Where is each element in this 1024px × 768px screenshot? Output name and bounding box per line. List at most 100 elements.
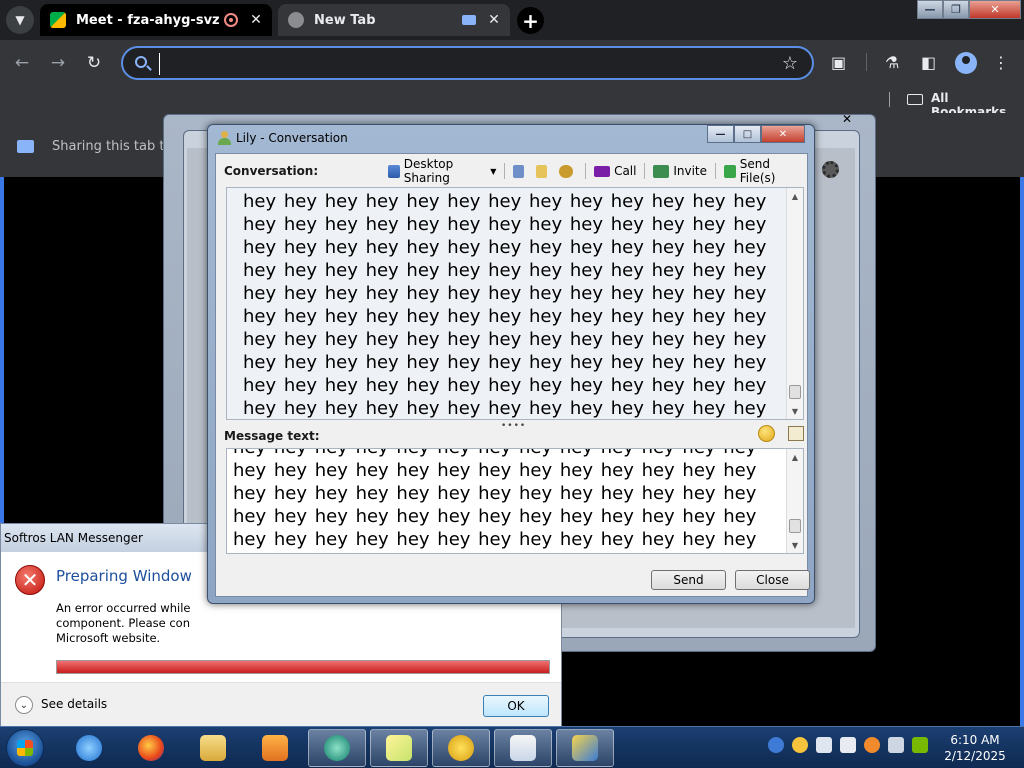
message-input-text: hey hey hey hey hey hey hey hey hey hey … [233, 449, 757, 553]
ie-icon [76, 735, 102, 761]
extensions-icon[interactable]: ▣ [831, 53, 846, 72]
scrollbar-thumb[interactable] [789, 519, 801, 533]
tab-meet[interactable]: Meet - fza-ahyg-svz ✕ [40, 4, 272, 36]
taskbar-softros[interactable] [556, 729, 614, 767]
desktop-sharing-button[interactable]: Desktop Sharing ▼ [388, 157, 496, 185]
address-input[interactable] [159, 53, 759, 75]
chat-tray-icon[interactable] [792, 737, 808, 753]
scroll-up-arrow-icon[interactable]: ▲ [787, 449, 803, 465]
start-button[interactable] [6, 729, 44, 767]
toolbar-divider [644, 163, 646, 179]
close-window-button[interactable]: ✕ [969, 0, 1021, 19]
message-scrollbar[interactable]: ▲ ▼ [786, 449, 803, 553]
chevron-down-icon[interactable]: ⌄ [15, 696, 33, 714]
send-button[interactable]: Send [651, 570, 726, 590]
flag-icon[interactable] [840, 737, 856, 753]
address-bar[interactable]: ☆ [121, 46, 814, 80]
toolbar-divider [504, 163, 506, 179]
conversation-label: Conversation: [224, 164, 319, 178]
info-icon[interactable] [768, 737, 784, 753]
maximize-button[interactable]: ❐ [943, 0, 969, 19]
history-scrollbar[interactable]: ▲ ▼ [786, 188, 803, 419]
taskbar-meet[interactable] [308, 729, 366, 767]
close-window-button[interactable]: ✕ [761, 125, 805, 143]
labs-flask-icon[interactable]: ⚗ [885, 53, 899, 72]
settings-gear-icon[interactable] [822, 161, 839, 178]
invite-label: Invite [673, 164, 708, 178]
toolbar-divider [866, 53, 867, 71]
volume-icon[interactable] [888, 737, 904, 753]
search-tray-icon[interactable] [864, 737, 880, 753]
clock-date: 2/12/2025 [944, 749, 1006, 763]
taskbar-clock[interactable]: 6:10 AM 2/12/2025 [940, 732, 1010, 764]
desktop-sharing-icon [388, 164, 400, 178]
chrome-toolbar: ← → ↻ ☆ ▣ ⚗ ◧ ⋮ [0, 40, 1024, 85]
meet-icon [50, 12, 66, 28]
dialog-message-line: Microsoft website. [56, 631, 161, 645]
tab-title: New Tab [314, 12, 376, 28]
cast-icon [462, 15, 476, 25]
maximize-button[interactable]: □ [734, 125, 761, 143]
new-tab-button[interactable]: + [517, 7, 544, 34]
media-player-icon [262, 735, 288, 761]
taskbar-ie[interactable] [60, 729, 118, 767]
back-arrow-icon[interactable]: ← [11, 52, 33, 74]
scrollbar-thumb[interactable] [789, 385, 801, 399]
nvidia-icon[interactable] [912, 737, 928, 753]
taskbar-sticky-notes[interactable] [370, 729, 428, 767]
settings-button[interactable] [559, 164, 577, 178]
bookmarks-bar: All Bookmarks [0, 85, 1024, 119]
taskbar-media-player[interactable] [246, 729, 304, 767]
close-tab-button[interactable]: ✕ [486, 12, 502, 28]
reload-icon[interactable]: ↻ [83, 52, 105, 74]
network-icon[interactable] [816, 737, 832, 753]
ok-button[interactable]: OK [483, 695, 549, 717]
call-button[interactable]: Call [594, 164, 636, 178]
notes-button[interactable] [536, 164, 551, 178]
text-format-icon[interactable] [788, 426, 804, 441]
progress-fill [57, 661, 549, 673]
notes-icon [536, 164, 548, 178]
side-panel-icon[interactable]: ◧ [921, 53, 936, 72]
tab-title: Meet - fza-ahyg-svz [76, 12, 220, 28]
scroll-down-arrow-icon[interactable]: ▼ [787, 403, 803, 419]
explorer-icon [200, 735, 226, 761]
bookmark-star-icon[interactable]: ☆ [782, 53, 798, 74]
see-details-link[interactable]: See details [41, 697, 107, 711]
send-files-button[interactable]: Send File(s) [723, 157, 799, 185]
invite-people-icon [653, 164, 670, 178]
pane-splitter-handle[interactable]: •••• [501, 421, 526, 431]
taskbar-java[interactable] [494, 729, 552, 767]
minimize-button[interactable]: — [707, 125, 734, 143]
send-files-label: Send File(s) [739, 157, 776, 185]
invite-button[interactable]: Invite [653, 164, 707, 178]
send-file-icon [723, 164, 736, 178]
video-camera-icon [594, 165, 611, 177]
close-tab-button[interactable]: ✕ [248, 12, 264, 28]
messenger-icon [448, 735, 474, 761]
desktop-sharing-label: Desktop Sharing [403, 157, 454, 185]
conversation-titlebar[interactable]: Lily - Conversation — □ ✕ [208, 125, 814, 151]
tab-search-button[interactable]: ▼ [6, 6, 34, 34]
conversation-window-controls: — □ ✕ [707, 125, 805, 143]
tab-new-tab[interactable]: New Tab ✕ [278, 4, 510, 36]
history-button[interactable] [513, 164, 528, 178]
profile-avatar-icon[interactable] [955, 52, 977, 74]
clock-time: 6:10 AM [950, 733, 1000, 747]
sharing-status-text: Sharing this tab to [52, 139, 173, 154]
close-button[interactable]: Close [735, 570, 810, 590]
conversation-history[interactable]: hey hey hey hey hey hey hey hey hey hey … [226, 187, 804, 420]
taskbar-firefox[interactable] [122, 729, 180, 767]
minimize-button[interactable]: — [917, 0, 943, 19]
taskbar-messenger[interactable] [432, 729, 490, 767]
scroll-down-arrow-icon[interactable]: ▼ [787, 537, 803, 553]
screen-share-icon [17, 140, 34, 153]
forward-arrow-icon[interactable]: → [47, 52, 69, 74]
menu-kebab-icon[interactable]: ⋮ [993, 53, 1009, 72]
conversation-window: Lily - Conversation — □ ✕ Conversation: … [207, 124, 815, 604]
message-input[interactable]: hey hey hey hey hey hey hey hey hey hey … [226, 448, 804, 554]
background-close-icon[interactable]: ✕ [842, 112, 852, 126]
scroll-up-arrow-icon[interactable]: ▲ [787, 188, 803, 204]
smiley-icon[interactable] [758, 425, 775, 442]
taskbar-explorer[interactable] [184, 729, 242, 767]
